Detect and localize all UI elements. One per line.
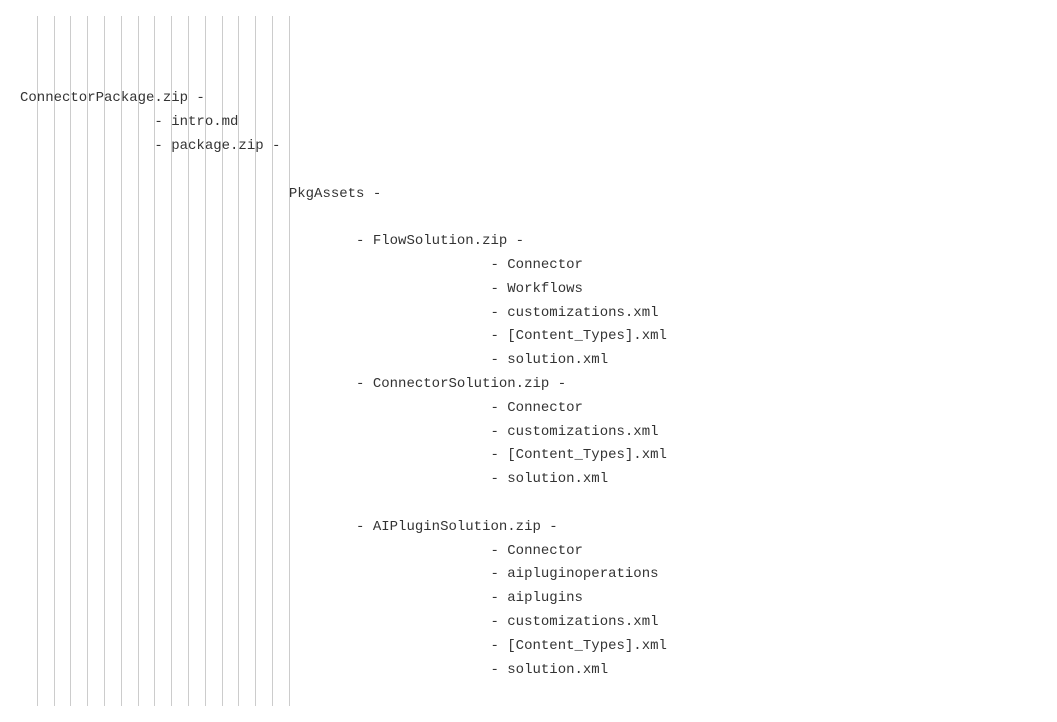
tree-line: PkgAssets -	[20, 183, 1037, 207]
tree-line	[20, 206, 1037, 230]
tree-line: - Connector	[20, 397, 1037, 421]
tree-line: - ConnectorSolution.zip -	[20, 373, 1037, 397]
tree-line: - solution.xml	[20, 468, 1037, 492]
tree-line: - FlowSolution.zip -	[20, 230, 1037, 254]
tree-line: - customizations.xml	[20, 421, 1037, 445]
tree-content: ConnectorPackage.zip - - intro.md - pack…	[20, 87, 1037, 682]
tree-line: - customizations.xml	[20, 611, 1037, 635]
tree-line: - customizations.xml	[20, 302, 1037, 326]
tree-line	[20, 159, 1037, 183]
tree-line: - AIPluginSolution.zip -	[20, 516, 1037, 540]
tree-line: - Connector	[20, 540, 1037, 564]
file-tree: ConnectorPackage.zip - - intro.md - pack…	[20, 16, 1037, 706]
tree-line: - package.zip -	[20, 135, 1037, 159]
tree-line: - [Content_Types].xml	[20, 635, 1037, 659]
tree-line: - intro.md	[20, 111, 1037, 135]
tree-line: ConnectorPackage.zip -	[20, 87, 1037, 111]
tree-line: - [Content_Types].xml	[20, 444, 1037, 468]
tree-line: - Connector	[20, 254, 1037, 278]
tree-line: - solution.xml	[20, 659, 1037, 683]
tree-line: - solution.xml	[20, 349, 1037, 373]
tree-line: - [Content_Types].xml	[20, 325, 1037, 349]
tree-line: - Workflows	[20, 278, 1037, 302]
tree-line	[20, 492, 1037, 516]
tree-line: - aiplugins	[20, 587, 1037, 611]
